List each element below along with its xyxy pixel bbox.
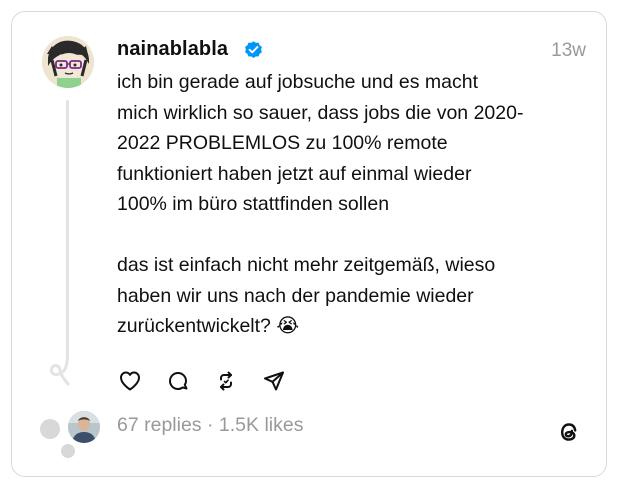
threads-logo-icon[interactable] — [555, 418, 583, 446]
like-button[interactable] — [117, 368, 143, 394]
verified-badge-icon — [245, 41, 262, 58]
username[interactable]: nainablabla — [117, 38, 228, 61]
avatar[interactable] — [42, 36, 94, 88]
replier-avatar-placeholder — [40, 419, 60, 439]
avatar-illustration — [42, 36, 94, 88]
replier-photo — [68, 411, 100, 443]
post-timestamp: 13w — [551, 40, 586, 61]
post-text: ich bin gerade auf jobsuche und es macht… — [117, 71, 524, 337]
replier-avatar-placeholder-small — [61, 444, 75, 458]
reply-button[interactable] — [165, 368, 191, 394]
replier-avatar[interactable] — [66, 409, 102, 445]
share-icon — [264, 371, 284, 391]
likes-count[interactable]: 1.5K likes — [219, 414, 304, 436]
thread-line — [66, 100, 69, 360]
share-button[interactable] — [261, 368, 287, 394]
thread-curl — [49, 354, 70, 386]
comment-icon — [169, 372, 188, 390]
replies-count[interactable]: 67 replies — [117, 414, 202, 436]
repost-icon — [220, 371, 232, 391]
heart-icon — [120, 371, 140, 391]
repost-button[interactable] — [213, 368, 239, 394]
stats-separator: · — [206, 414, 214, 436]
engagement-stats: 67 replies · 1.5K likes — [117, 414, 303, 437]
